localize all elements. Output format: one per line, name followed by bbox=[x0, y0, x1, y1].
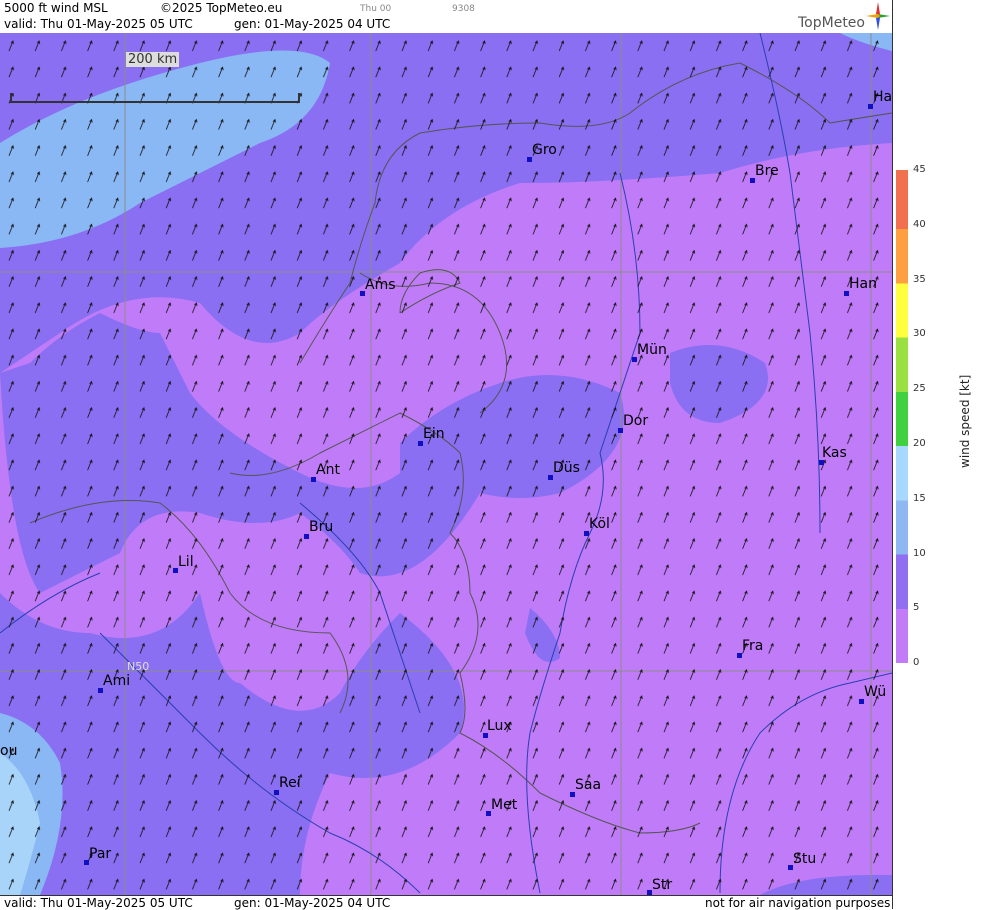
legend-tick: 45 bbox=[913, 164, 926, 175]
id-tag: 9308 bbox=[452, 4, 475, 14]
run-tag: Thu 00 bbox=[360, 4, 392, 14]
city-label: Bru bbox=[309, 519, 334, 535]
city-label: Ams bbox=[365, 277, 396, 293]
city-label: Bre bbox=[755, 163, 779, 179]
city-label: Düs bbox=[553, 460, 580, 476]
city-label: Ami bbox=[103, 673, 131, 689]
product-title: 5000 ft wind MSL bbox=[4, 1, 108, 15]
gen-time: gen: 01-May-2025 04 UTC bbox=[234, 17, 391, 31]
city-label: Lux bbox=[487, 718, 512, 734]
disclaimer: not for air navigation purposes bbox=[705, 896, 891, 910]
city-label: Köl bbox=[589, 516, 610, 532]
city-label: Par bbox=[89, 846, 112, 862]
legend-tick: 10 bbox=[913, 548, 926, 559]
city-label: Wü bbox=[864, 684, 887, 700]
city-label: Han bbox=[849, 276, 877, 292]
legend-tick: 0 bbox=[913, 657, 920, 668]
latitude-label: N50 bbox=[127, 660, 150, 673]
compass-logo-icon bbox=[866, 2, 890, 30]
footer-gen-time: gen: 01-May-2025 04 UTC bbox=[234, 896, 391, 910]
copyright: ©2025 TopMeteo.eu bbox=[160, 1, 283, 15]
city-label: Mün bbox=[637, 342, 667, 358]
header-bar: 5000 ft wind MSL ©2025 TopMeteo.eu valid… bbox=[0, 0, 892, 34]
city-label: Fra bbox=[742, 638, 764, 654]
legend-tick: 40 bbox=[913, 219, 926, 230]
city-label: Rei bbox=[279, 775, 301, 791]
scale-bar bbox=[10, 93, 300, 103]
legend-tick: 5 bbox=[913, 602, 920, 613]
city-label: ou bbox=[0, 743, 18, 759]
legend-tick: 15 bbox=[913, 493, 926, 504]
city-label: Ein bbox=[423, 426, 445, 442]
city-label: Kas bbox=[822, 445, 847, 461]
wind-map[interactable]: 200 km N50 Gro Bre Ha Ams Han Mün Ein Do… bbox=[0, 33, 892, 895]
scale-label: 200 km bbox=[126, 52, 180, 67]
city-label: Str bbox=[652, 877, 673, 893]
city-label: Met bbox=[491, 797, 518, 813]
city-label: Stu bbox=[793, 851, 817, 867]
legend-tick: 25 bbox=[913, 383, 926, 394]
footer-bar: valid: Thu 01-May-2025 05 UTC gen: 01-Ma… bbox=[0, 895, 892, 910]
valid-time: valid: Thu 01-May-2025 05 UTC bbox=[4, 17, 193, 31]
legend-tick: 35 bbox=[913, 274, 926, 285]
city-label: Saa bbox=[575, 777, 602, 793]
city-label: Lil bbox=[178, 554, 194, 570]
city-label: Gro bbox=[532, 142, 557, 158]
legend-tick: 20 bbox=[913, 438, 926, 449]
legend-tick: 30 bbox=[913, 328, 926, 339]
city-label: Ha bbox=[873, 89, 892, 105]
city-label: Dor bbox=[623, 413, 649, 429]
footer-valid-time: valid: Thu 01-May-2025 05 UTC bbox=[4, 896, 193, 910]
city-label: Ant bbox=[316, 462, 340, 478]
legend-colorbar bbox=[896, 170, 908, 663]
logo-text: TopMeteo bbox=[798, 15, 865, 31]
legend-unit-label: wind speed [kt] bbox=[958, 374, 972, 468]
